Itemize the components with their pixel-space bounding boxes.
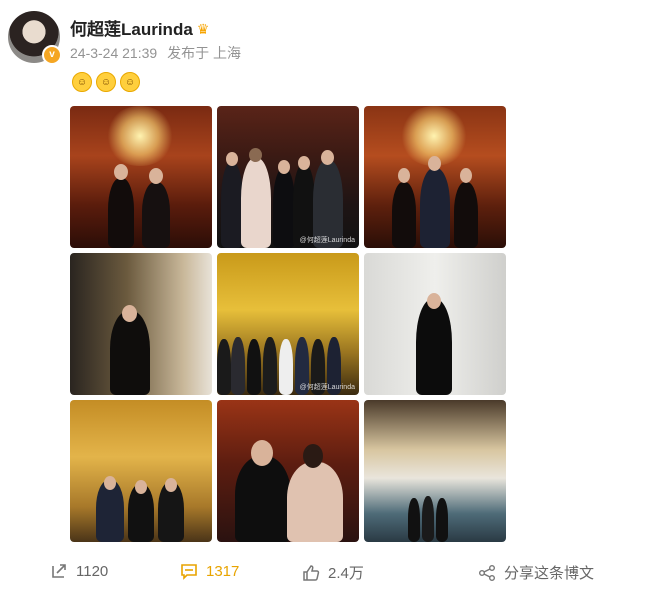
like-count: 2.4万 (328, 565, 364, 582)
action-bar: 1120 1317 2.4万 分享这条博文 (0, 562, 660, 586)
face-emoji-icon: ☺ (72, 72, 92, 92)
comment-icon (180, 562, 198, 580)
photo-9[interactable] (364, 400, 506, 542)
like-button[interactable]: 2.4万 (302, 562, 364, 583)
share-icon (478, 564, 496, 582)
post-time[interactable]: 24-3-24 21:39 (70, 45, 157, 61)
photo-5[interactable]: @何超莲Laurinda (217, 253, 359, 395)
photo-7[interactable] (70, 400, 212, 542)
repost-count: 1120 (76, 562, 109, 580)
photo-grid: @何超莲Laurinda @何超莲Laurinda (70, 106, 506, 543)
photo-watermark: @何超莲Laurinda (299, 384, 355, 391)
photo-3[interactable] (364, 106, 506, 248)
post-meta: 24-3-24 21:39 发布于 上海 (70, 43, 247, 63)
repost-icon (50, 562, 68, 580)
username[interactable]: 何超莲Laurinda ♛ (70, 15, 209, 40)
thumbs-up-icon (302, 564, 320, 582)
photo-2[interactable]: @何超莲Laurinda (217, 106, 359, 248)
avatar[interactable]: v (8, 11, 62, 65)
comment-button[interactable]: 1317 (180, 562, 239, 580)
share-label: 分享这条博文 (504, 565, 595, 582)
post-source: 发布于 上海 (167, 45, 241, 61)
face-emoji-icon: ☺ (96, 72, 116, 92)
comment-count: 1317 (206, 562, 240, 580)
face-emoji-icon: ☺ (120, 72, 140, 92)
crown-icon: ♛ (196, 21, 210, 37)
photo-6[interactable] (364, 253, 506, 395)
username-text[interactable]: 何超莲Laurinda (70, 20, 193, 39)
repost-button[interactable]: 1120 (50, 562, 108, 580)
photo-4[interactable] (70, 253, 212, 395)
photo-8[interactable] (217, 400, 359, 542)
emoji-row: ☺ ☺ ☺ (72, 72, 140, 92)
photo-watermark: @何超莲Laurinda (299, 237, 355, 244)
verified-badge-icon: v (42, 45, 62, 65)
share-button[interactable]: 分享这条博文 (478, 562, 594, 583)
photo-1[interactable] (70, 106, 212, 248)
